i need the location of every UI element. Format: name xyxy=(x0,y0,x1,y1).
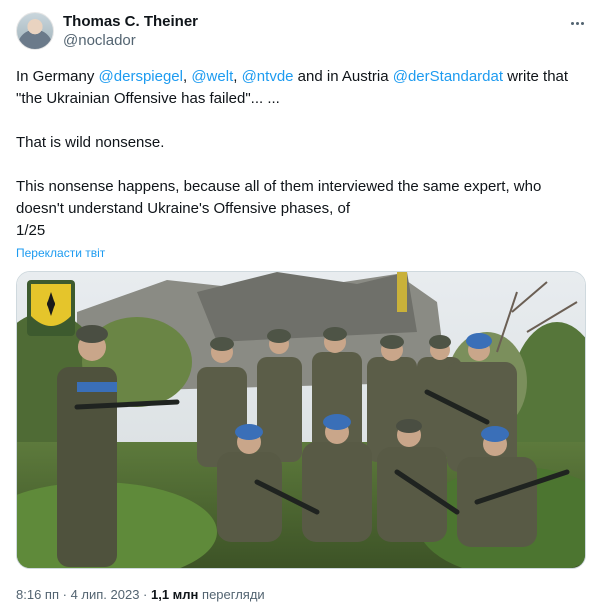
meta-separator: · xyxy=(139,587,151,602)
views-label: перегляди xyxy=(198,587,265,602)
text-fragment: write that xyxy=(503,68,569,85)
soldiers-photo xyxy=(17,272,585,568)
text-fragment: and in Austria xyxy=(293,68,393,85)
text-fragment: , xyxy=(233,68,242,85)
tweet-photo[interactable] xyxy=(16,271,586,569)
tweet-line-5: doesn't understand Ukraine's Offensive p… xyxy=(16,200,350,217)
views-count: 1,1 млн xyxy=(151,587,199,602)
mention-derstandardat[interactable]: @derStandardat xyxy=(393,68,503,85)
more-dots-icon[interactable] xyxy=(566,12,588,34)
mention-welt[interactable]: @welt xyxy=(191,68,233,85)
tweet-date[interactable]: 4 лип. 2023 xyxy=(71,587,140,602)
tweet-line-4: This nonsense happens, because all of th… xyxy=(16,178,542,195)
tweet-line-2: "the Ukrainian Offensive has failed"... … xyxy=(16,90,280,107)
brigade-emblem-icon xyxy=(27,280,75,336)
translate-tweet-link[interactable]: Перекласти твіт xyxy=(16,246,105,260)
tweet-time[interactable]: 8:16 пп xyxy=(16,587,59,602)
tweet-line-3: That is wild nonsense. xyxy=(16,134,165,151)
author-handle[interactable]: @noclador xyxy=(63,32,136,49)
mention-derspiegel[interactable]: @derspiegel xyxy=(99,68,183,85)
text-fragment: In Germany xyxy=(16,68,99,85)
tweet-meta: 8:16 пп · 4 лип. 2023 · 1,1 млн перегляд… xyxy=(16,587,265,602)
meta-separator: · xyxy=(59,587,71,602)
author-name[interactable]: Thomas C. Theiner xyxy=(63,13,198,30)
tweet-card: Thomas C. Theiner @noclador In Germany @… xyxy=(0,0,602,605)
mention-ntvde[interactable]: @ntvde xyxy=(242,68,294,85)
tweet-line-6: 1/25 xyxy=(16,222,46,239)
tweet-line-1: In Germany @derspiegel, @welt, @ntvde an… xyxy=(16,66,586,88)
avatar[interactable] xyxy=(16,12,54,50)
tweet-text: In Germany @derspiegel, @welt, @ntvde an… xyxy=(16,66,586,242)
